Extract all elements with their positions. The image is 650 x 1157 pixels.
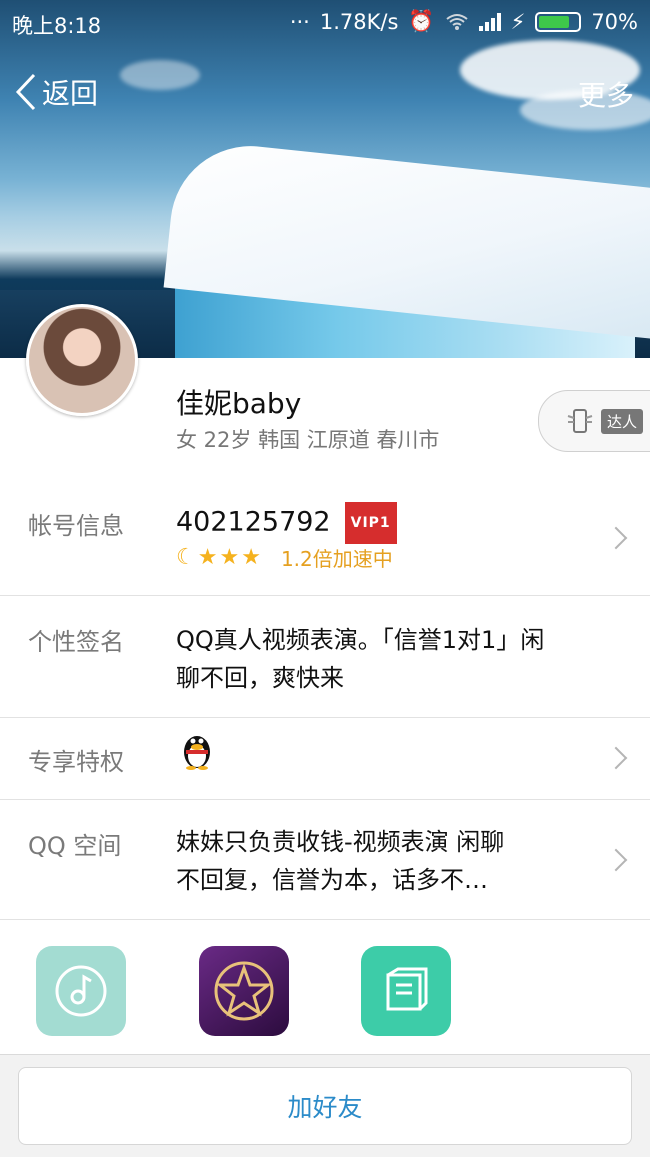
chevron-left-icon xyxy=(15,73,36,111)
chevron-right-icon xyxy=(604,526,628,550)
chevron-right-icon xyxy=(604,848,628,872)
qq-number: 402125792 xyxy=(176,506,331,538)
talent-badge-button[interactable]: 达人 xyxy=(538,390,650,452)
profile-name: 佳妮baby xyxy=(176,387,302,420)
star-app-icon[interactable] xyxy=(199,946,289,1036)
add-friend-button[interactable]: 加好友 xyxy=(18,1067,632,1145)
privilege-row[interactable]: 专享特权 xyxy=(0,718,650,800)
book-app-icon[interactable] xyxy=(361,946,451,1036)
status-net-speed: 1.78K/s xyxy=(319,9,399,34)
star-icon: ★ xyxy=(197,545,218,570)
talent-tag: 达人 xyxy=(601,408,644,434)
qzone-line1: 妹妹只负责收钱-视频表演 闲聊 xyxy=(176,828,505,856)
qq-penguin-icon xyxy=(184,736,210,770)
cover-image[interactable] xyxy=(0,0,650,358)
top-nav: 返回 更多 xyxy=(0,64,650,120)
privilege-label: 专享特权 xyxy=(28,748,124,776)
chevron-right-icon xyxy=(604,746,628,770)
signal-icon xyxy=(478,12,501,31)
qq-number-line: 402125792 VIP1 xyxy=(176,502,397,544)
more-button[interactable]: 更多 xyxy=(578,74,634,114)
phone-wings-icon xyxy=(567,409,593,433)
signature-line1: QQ真人视频表演。「信誉1对1」闲 xyxy=(176,626,545,654)
alarm-icon: ⏰ xyxy=(408,9,435,33)
speed-text: 1.2倍加速中 xyxy=(280,547,393,571)
star-icon xyxy=(214,961,274,1021)
status-bar: 晚上8:18 ··· 1.78K/s ⏰ ⚡ 70% xyxy=(0,0,650,46)
qzone-label: QQ 空间 xyxy=(28,832,122,860)
music-note-icon xyxy=(55,965,107,1017)
back-button[interactable]: 返回 xyxy=(14,72,98,112)
vip-badge: VIP1 xyxy=(344,502,397,544)
signature-label: 个性签名 xyxy=(28,628,124,656)
account-label: 帐号信息 xyxy=(28,512,124,540)
status-dots: ··· xyxy=(289,9,310,34)
book-icon xyxy=(386,967,428,1011)
star-icon: ★ xyxy=(241,545,261,570)
charging-icon: ⚡ xyxy=(510,9,526,34)
app-icons-row xyxy=(0,920,650,1054)
bottom-action-bar: 加好友 xyxy=(0,1054,650,1157)
music-app-icon[interactable] xyxy=(36,946,126,1036)
wifi-icon xyxy=(445,13,468,30)
qzone-line2: 不回复，信誉为本，话多不… xyxy=(176,866,488,894)
battery-percent: 70% xyxy=(591,9,638,34)
signature-line2: 聊不回，爽快来 xyxy=(176,664,344,692)
profile-info: 女 22岁 韩国 江原道 春川市 xyxy=(176,428,440,452)
moon-icon: ☾ xyxy=(176,545,196,570)
status-time: 晚上8:18 xyxy=(12,14,102,38)
battery-icon xyxy=(535,11,582,32)
star-icon: ★ xyxy=(219,545,240,570)
back-label: 返回 xyxy=(42,77,99,110)
level-stars: ☾ ★ ★ ★ 1.2倍加速中 xyxy=(176,543,393,572)
avatar[interactable] xyxy=(26,304,138,416)
